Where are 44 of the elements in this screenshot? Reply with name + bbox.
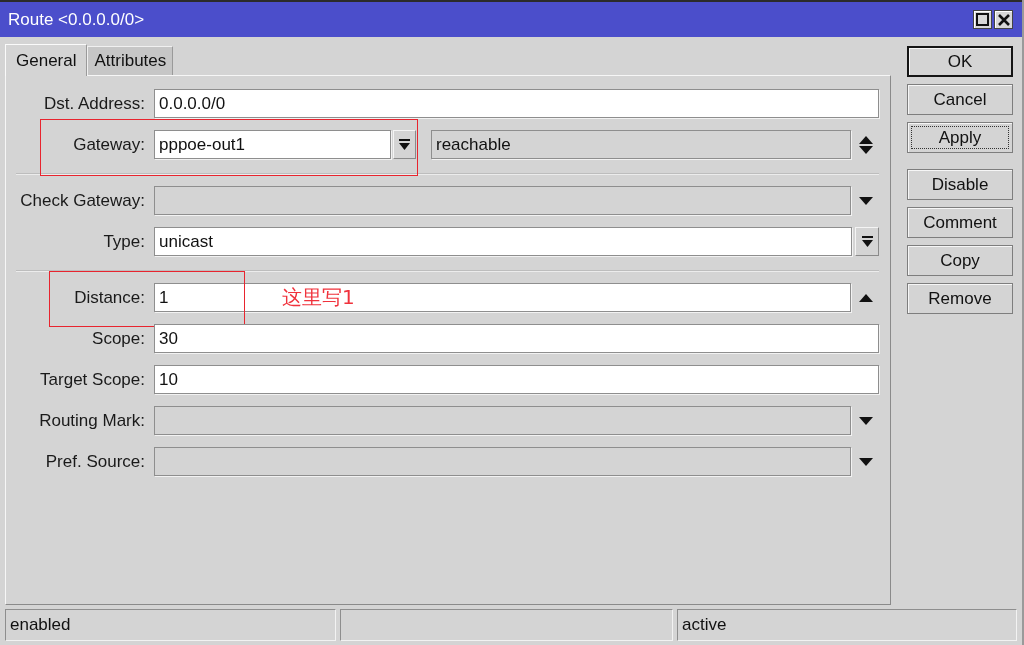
input-field[interactable] [154, 186, 851, 215]
status-cell: active [677, 609, 1017, 641]
input-field[interactable] [154, 447, 851, 476]
tab[interactable]: Attributes [87, 46, 174, 75]
action-button[interactable]: Cancel [907, 84, 1013, 115]
field-label: Routing Mark: [38, 410, 145, 432]
annotation-text: 这里写1 [282, 285, 355, 309]
action-button[interactable]: Remove [907, 283, 1013, 314]
square-icon [976, 13, 989, 26]
input-field[interactable]: unicast [154, 227, 852, 256]
field-label: Distance: [73, 287, 145, 309]
up-down-arrow-icon[interactable] [858, 135, 873, 154]
close-icon [997, 13, 1010, 26]
dropdown-button[interactable] [855, 227, 879, 256]
input-field[interactable] [154, 406, 851, 435]
close-button[interactable] [994, 10, 1013, 29]
bar-down-arrow-icon [861, 236, 873, 247]
input-field[interactable]: 0.0.0.0/0 [154, 89, 879, 118]
status-field: reachable [431, 130, 851, 159]
action-button[interactable]: Copy [907, 245, 1013, 276]
field-label: Check Gateway: [19, 190, 145, 212]
action-button[interactable]: Apply [907, 122, 1013, 153]
bar-down-arrow-icon [399, 139, 410, 150]
field-label: Pref. Source: [44, 451, 145, 473]
tab[interactable]: General [5, 44, 88, 76]
action-button[interactable]: Comment [907, 207, 1013, 238]
field-label: Type: [102, 231, 145, 253]
action-button[interactable]: Disable [907, 169, 1013, 200]
down-arrow-icon[interactable] [858, 457, 873, 466]
input-field[interactable]: 10 [154, 365, 879, 394]
field-label: Gateway: [72, 134, 145, 156]
input-field[interactable]: 30 [154, 324, 879, 353]
input-field[interactable]: pppoe-out1 [154, 130, 391, 159]
down-arrow-icon[interactable] [858, 196, 873, 205]
maximize-button[interactable] [973, 10, 992, 29]
action-button[interactable]: OK [907, 46, 1013, 77]
window-title: Route <0.0.0.0/0> [8, 9, 145, 30]
field-label: Dst. Address: [42, 93, 145, 115]
status-cell: enabled [5, 609, 336, 641]
field-label: Scope: [91, 328, 145, 350]
field-label: Target Scope: [39, 369, 145, 391]
down-arrow-icon[interactable] [858, 416, 873, 425]
dropdown-button[interactable] [393, 130, 416, 159]
up-arrow-icon[interactable] [858, 293, 873, 302]
